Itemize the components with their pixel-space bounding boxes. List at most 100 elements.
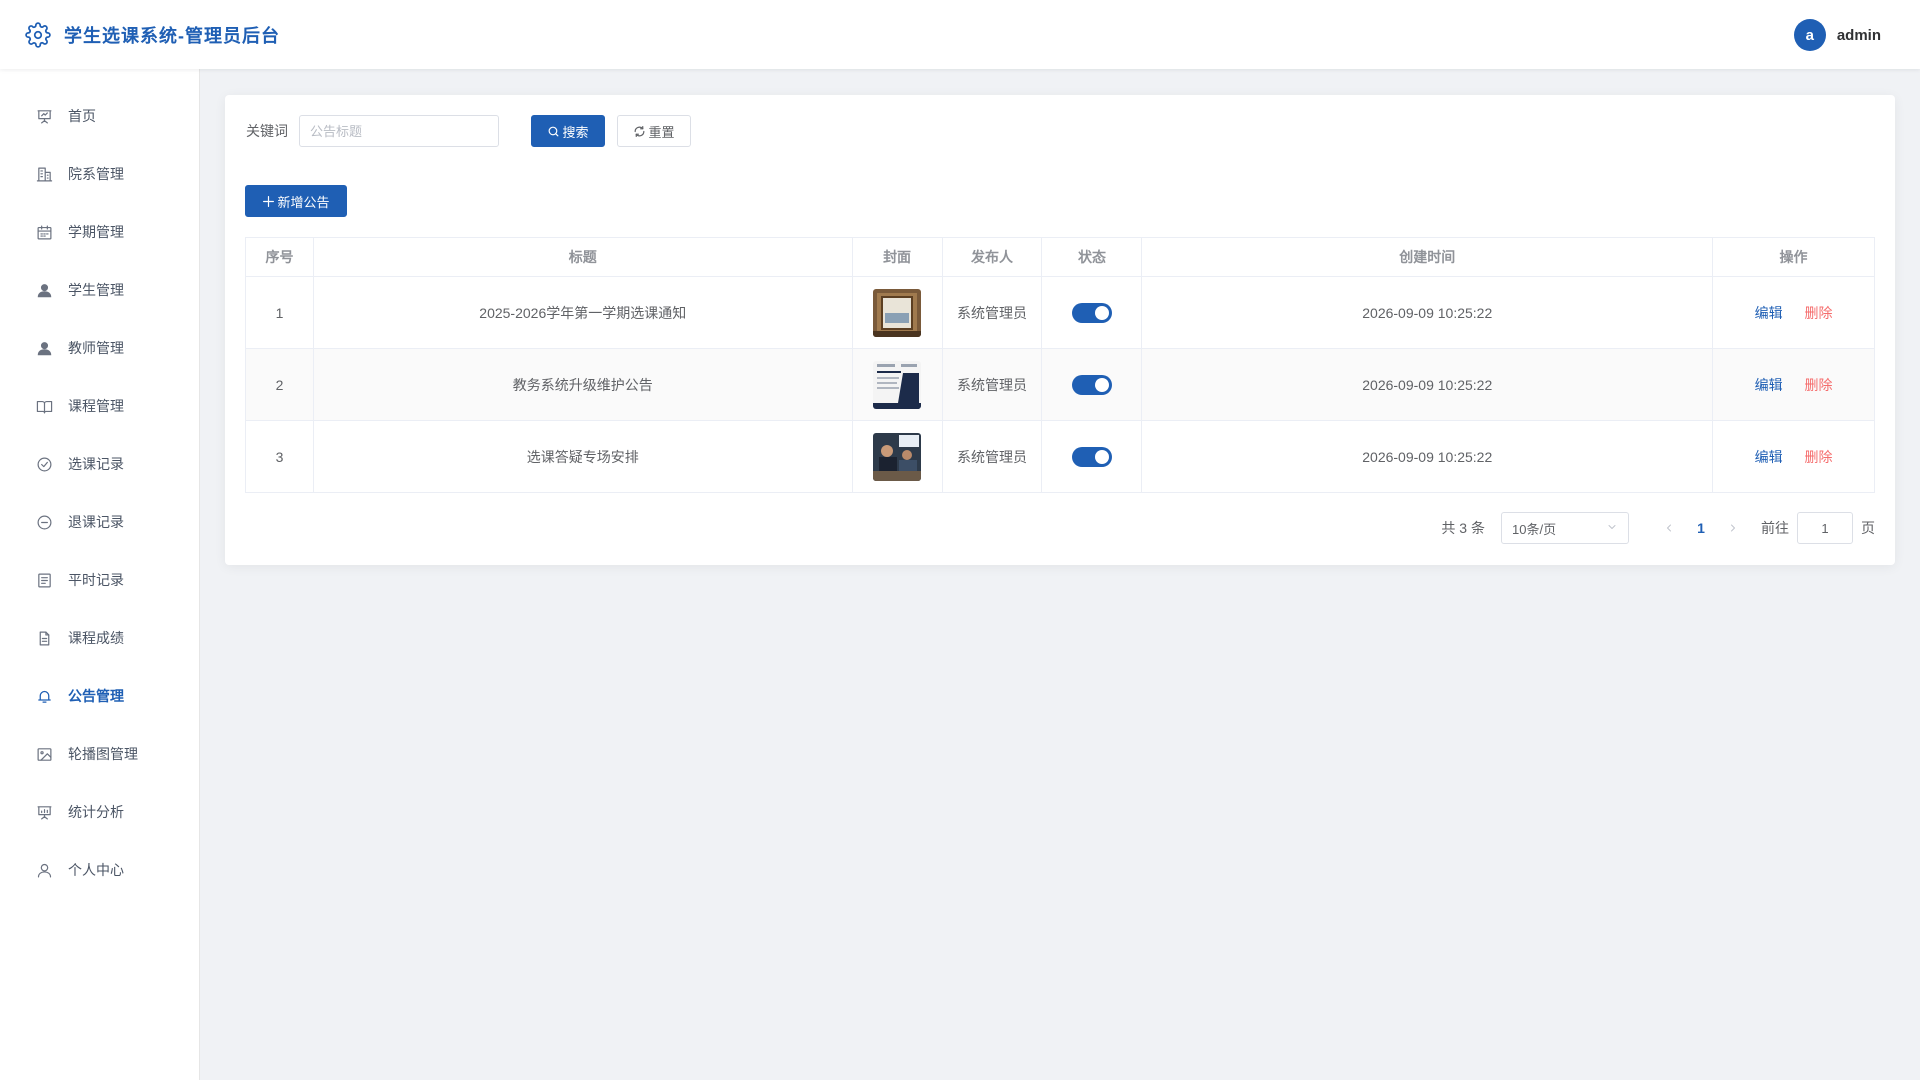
row-status-cell <box>1041 348 1143 421</box>
avatar[interactable]: a <box>1793 19 1826 51</box>
keyword-label: 关键词 <box>246 123 288 139</box>
circle-check-icon <box>35 455 53 473</box>
username[interactable]: admin <box>1837 27 1881 44</box>
status-switch[interactable] <box>1071 446 1112 467</box>
status-switch[interactable] <box>1071 302 1112 323</box>
page-size-value: 10条/页 <box>1512 521 1557 537</box>
sidebar-item-profile[interactable]: 个人中心 <box>0 841 199 899</box>
table-row: 1 2025-2026学年第一学期选课通知 系统管理员 2026-09-09 1… <box>245 276 1875 349</box>
goto-page-input[interactable] <box>1797 512 1853 544</box>
sidebar-item-label: 首页 <box>68 108 96 124</box>
add-announcement-button[interactable]: 新增公告 <box>245 185 347 217</box>
row-created-time: 2026-09-09 10:25:22 <box>1141 348 1714 421</box>
building-icon <box>35 165 53 183</box>
calendar-icon <box>35 223 53 241</box>
sidebar-item-semesters[interactable]: 学期管理 <box>0 203 199 261</box>
sidebar-item-label: 学期管理 <box>68 224 124 240</box>
bell-icon <box>35 687 53 705</box>
reset-button-label: 重置 <box>648 124 675 140</box>
row-title: 教务系统升级维护公告 <box>313 348 853 421</box>
page-size-select[interactable]: 10条/页 <box>1501 512 1629 544</box>
reset-button[interactable]: 重置 <box>617 115 691 147</box>
brand: 学生选课系统-管理员后台 <box>25 21 280 48</box>
edit-button[interactable]: 编辑 <box>1755 449 1783 465</box>
table-row: 2 教务系统升级维护公告 系统管理员 2026-09-09 10:25:22 编… <box>245 348 1875 421</box>
cover-image[interactable] <box>873 360 922 409</box>
sidebar-item-students[interactable]: 学生管理 <box>0 261 199 319</box>
column-header: 封面 <box>852 237 943 277</box>
chevron-right-icon <box>1731 524 1735 532</box>
column-header: 发布人 <box>942 237 1043 277</box>
row-cover-cell <box>852 420 943 493</box>
circle-minus-icon <box>35 513 53 531</box>
status-switch[interactable] <box>1071 374 1112 395</box>
row-index: 2 <box>245 348 314 421</box>
search-button[interactable]: 搜索 <box>531 115 605 147</box>
content-card: 关键词 搜索 重置 新增公告 序号 标题 封面 发布人 状态 <box>225 95 1895 565</box>
sidebar-item-departments[interactable]: 院系管理 <box>0 145 199 203</box>
sidebar-item-enrollments[interactable]: 选课记录 <box>0 435 199 493</box>
row-status-cell <box>1041 420 1143 493</box>
sidebar-item-label: 课程成绩 <box>68 630 124 646</box>
search-input[interactable] <box>299 115 499 147</box>
plus-icon <box>262 195 275 208</box>
sidebar-item-label: 选课记录 <box>68 456 124 472</box>
row-index: 3 <box>245 420 314 493</box>
user-icon <box>35 861 53 879</box>
row-publisher: 系统管理员 <box>942 420 1043 493</box>
sidebar-item-teachers[interactable]: 教师管理 <box>0 319 199 377</box>
sidebar-item-label: 退课记录 <box>68 514 124 530</box>
row-created-time: 2026-09-09 10:25:22 <box>1141 420 1714 493</box>
sidebar-item-withdrawals[interactable]: 退课记录 <box>0 493 199 551</box>
sidebar-item-announcements[interactable]: 公告管理 <box>0 667 199 725</box>
sidebar-item-home[interactable]: 首页 <box>0 87 199 145</box>
chevron-down-icon <box>1606 521 1618 536</box>
row-actions: 编辑 删除 <box>1712 420 1875 493</box>
prev-page-button[interactable] <box>1653 512 1685 544</box>
sidebar-item-label: 统计分析 <box>68 804 124 820</box>
edit-button[interactable]: 编辑 <box>1755 377 1783 393</box>
column-header: 序号 <box>245 237 314 277</box>
refresh-icon <box>633 125 646 138</box>
page-number[interactable]: 1 <box>1685 512 1717 544</box>
sidebar-item-label: 学生管理 <box>68 282 124 298</box>
sidebar-item-carousel[interactable]: 轮播图管理 <box>0 725 199 783</box>
sidebar-item-courses[interactable]: 课程管理 <box>0 377 199 435</box>
add-button-label: 新增公告 <box>277 194 330 210</box>
table-row: 3 选课答疑专场安排 系统管理员 2026-09-09 10:25:22 编辑 … <box>245 420 1875 493</box>
sidebar-item-label: 个人中心 <box>68 862 124 878</box>
pagination-total: 共 3 条 <box>1441 520 1485 536</box>
user-menu[interactable]: a admin <box>1793 19 1881 51</box>
data-board-icon <box>35 803 53 821</box>
row-index: 1 <box>245 276 314 349</box>
row-actions: 编辑 删除 <box>1712 348 1875 421</box>
cover-image[interactable] <box>873 288 922 337</box>
tickets-icon <box>35 571 53 589</box>
cover-image[interactable] <box>873 432 922 481</box>
document-icon <box>35 629 53 647</box>
row-publisher: 系统管理员 <box>942 348 1043 421</box>
sidebar-item-grades[interactable]: 课程成绩 <box>0 609 199 667</box>
search-button-label: 搜索 <box>562 124 589 140</box>
sidebar-item-label: 公告管理 <box>68 688 124 704</box>
search-icon <box>547 125 560 138</box>
sidebar: 首页 院系管理 学期管理 学生管理 教师管理 课程管理 选课记录 退课记录 平时… <box>0 69 200 1080</box>
presentation-icon <box>35 107 53 125</box>
row-publisher: 系统管理员 <box>942 276 1043 349</box>
sidebar-item-label: 平时记录 <box>68 572 124 588</box>
sidebar-item-daily-records[interactable]: 平时记录 <box>0 551 199 609</box>
delete-button[interactable]: 删除 <box>1804 449 1832 465</box>
delete-button[interactable]: 删除 <box>1804 305 1832 321</box>
row-status-cell <box>1041 276 1143 349</box>
sidebar-item-statistics[interactable]: 统计分析 <box>0 783 199 841</box>
table-header-row: 序号 标题 封面 发布人 状态 创建时间 操作 <box>245 237 1875 277</box>
book-icon <box>35 397 53 415</box>
row-created-time: 2026-09-09 10:25:22 <box>1141 276 1714 349</box>
next-page-button[interactable] <box>1717 512 1749 544</box>
delete-button[interactable]: 删除 <box>1804 377 1832 393</box>
user-filled-icon <box>35 281 53 299</box>
edit-button[interactable]: 编辑 <box>1755 305 1783 321</box>
search-bar: 关键词 搜索 重置 <box>246 115 691 147</box>
row-cover-cell <box>852 348 943 421</box>
picture-icon <box>35 745 53 763</box>
